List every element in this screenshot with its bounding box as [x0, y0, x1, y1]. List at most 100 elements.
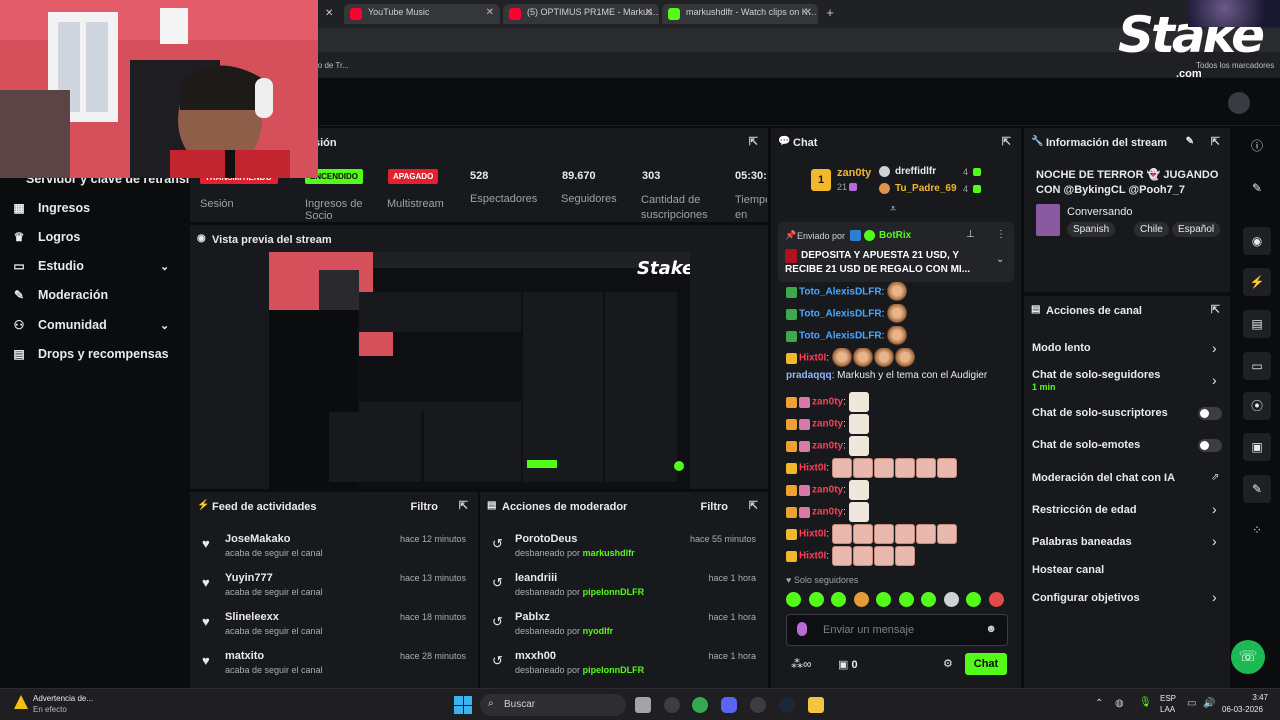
pin-icon[interactable]: ⊥ [966, 229, 975, 240]
broadcast-icon[interactable]: ⦿ [1243, 392, 1271, 420]
emote-picker-icon[interactable] [966, 592, 981, 607]
app-icon[interactable] [664, 697, 680, 713]
list-item[interactable]: ↺ Pablxz desbaneado por nyodlfr hace 1 h… [480, 608, 768, 646]
follower-name[interactable]: JoseMakako [225, 533, 290, 545]
filter-button[interactable]: Filtro [701, 501, 729, 513]
follower-name[interactable]: Slineleexx [225, 611, 279, 623]
chat-message[interactable]: zan0ty: [786, 480, 870, 500]
network-icon[interactable]: ▭ [1187, 698, 1196, 709]
chat-message[interactable]: Toto_AlexisDLFR: [786, 282, 908, 302]
chat-username[interactable]: Toto_AlexisDLFR [799, 331, 882, 342]
file-explorer-icon[interactable] [808, 697, 824, 713]
tab-youtube-music[interactable]: YouTube Music ✕ [344, 4, 500, 24]
notification-title[interactable]: Advertencia de... [33, 694, 93, 703]
chevron-right-icon[interactable]: › [1212, 372, 1217, 388]
user-name[interactable]: mxxh00 [515, 650, 556, 662]
chat-message[interactable]: zan0ty: [786, 414, 870, 434]
tag-chip[interactable]: Español [1172, 222, 1221, 237]
chevron-right-icon[interactable]: › [1212, 340, 1217, 356]
chat-bubble-icon[interactable]: ▭ [1243, 352, 1271, 380]
tag-chip[interactable]: Chile [1134, 222, 1169, 237]
media-player-icon[interactable] [750, 697, 766, 713]
chevron-right-icon[interactable]: › [1212, 501, 1217, 517]
volume-icon[interactable]: 🔊 [1203, 698, 1215, 709]
chat-username[interactable]: pradaqqq [786, 370, 832, 381]
chat-message[interactable]: Hixt0I: [786, 524, 958, 544]
leaderboard-user[interactable]: zan0ty [837, 167, 871, 179]
chat-message[interactable]: zan0ty: [786, 502, 870, 522]
chat-message[interactable]: Hixt0I: [786, 458, 958, 478]
chevron-right-icon[interactable]: › [1212, 589, 1217, 605]
emote-picker-icon[interactable] [921, 592, 936, 607]
chat-message[interactable]: zan0ty: [786, 436, 870, 456]
gift-icon[interactable]: ▣ 0 [838, 658, 858, 671]
close-icon[interactable]: ✕ [486, 7, 494, 18]
chat-username[interactable]: zan0ty [812, 485, 843, 496]
emote-picker-icon[interactable] [786, 592, 801, 607]
stream-category[interactable]: Conversando [1067, 206, 1132, 218]
microphone-icon[interactable] [797, 622, 807, 636]
list-item[interactable]: ♥ JoseMakako acaba de seguir el canal ha… [190, 530, 478, 568]
chevron-down-icon[interactable]: ⌄ [160, 260, 169, 273]
sidebar-item-comunidad[interactable]: ⚇ Comunidad ⌄ [12, 316, 178, 338]
emote-picker-icon[interactable] [898, 592, 914, 607]
clock-date[interactable]: 06-03-2026 [1222, 705, 1263, 714]
more-icon[interactable]: ⋮ [996, 229, 1006, 240]
chat-message[interactable]: Hixt0I: [786, 348, 916, 368]
popout-icon[interactable]: ⇱ [749, 499, 758, 512]
chat-username[interactable]: zan0ty [812, 507, 843, 518]
clock-time[interactable]: 3:47 [1224, 693, 1268, 702]
language-indicator[interactable]: ESP [1160, 694, 1176, 703]
pinned-message[interactable]: 📌 Enviado por BotRix ⊥ ⋮ DEPOSITA Y APUE… [778, 222, 1014, 282]
emote-picker-icon[interactable] [831, 592, 846, 607]
popout-icon[interactable]: ⇱ [1211, 135, 1220, 148]
bolt-icon[interactable]: ⚡ [1243, 268, 1271, 296]
chat-message[interactable]: zan0ty: [786, 392, 870, 412]
close-icon[interactable]: ✕ [645, 7, 653, 18]
tray-icon[interactable]: ◍ [1115, 698, 1124, 709]
chat-message[interactable]: pradaqqq: Markush y el tema con el Audig… [786, 370, 987, 390]
popout-icon[interactable]: ⇱ [1211, 303, 1220, 316]
list-item[interactable]: ↺ PorotoDeus desbaneado por markushdlfr … [480, 530, 768, 568]
leaderboard-user[interactable]: dreffidlfr [895, 166, 936, 177]
follower-name[interactable]: Yuyin777 [225, 572, 273, 584]
chrome-icon[interactable] [692, 697, 708, 713]
emote-picker-icon[interactable] [853, 592, 869, 607]
steam-icon[interactable] [779, 697, 795, 713]
info-icon[interactable]: ⓘ [1243, 132, 1271, 160]
list-item[interactable]: ♥ Yuyin777 acaba de seguir el canal hace… [190, 569, 478, 607]
slow-mode-action[interactable]: Modo lento [1032, 342, 1091, 354]
filter-button[interactable]: Filtro [411, 501, 439, 513]
dashboard-icon[interactable]: ▣ [1243, 433, 1271, 461]
list-item[interactable]: ♥ Slineleexx acaba de seguir el canal ha… [190, 608, 478, 646]
host-channel-action[interactable]: Hostear canal [1032, 564, 1104, 576]
close-icon[interactable]: ✕ [325, 8, 333, 19]
chat-username[interactable]: zan0ty [812, 419, 843, 430]
windows-start-icon[interactable] [454, 696, 472, 714]
user-name[interactable]: PorotoDeus [515, 533, 577, 545]
close-icon[interactable]: ✕ [804, 7, 812, 18]
chat-message[interactable]: Hixt0I: [786, 546, 916, 566]
chat-input[interactable]: Enviar un mensaje ☻ [786, 614, 1008, 646]
chat-message[interactable]: Toto_AlexisDLFR: [786, 326, 908, 346]
list-item[interactable]: ↺ mxxh00 desbaneado por pipelonnDLFR hac… [480, 647, 768, 685]
points-icon[interactable]: ⁂∞ [791, 657, 812, 671]
goals-action[interactable]: Configurar objetivos [1032, 592, 1140, 604]
banned-words-action[interactable]: Palabras baneadas [1032, 536, 1132, 548]
avatar[interactable] [1228, 92, 1250, 114]
taskbar-search[interactable]: ⌕ Buscar [480, 694, 626, 716]
chevron-up-icon[interactable]: ⌃ [1095, 698, 1103, 709]
edit-icon[interactable]: ✎ [1243, 174, 1271, 202]
collapse-icon[interactable]: ⩡ [890, 203, 896, 216]
chat-username[interactable]: Hixt0I [799, 551, 826, 562]
moderator-name[interactable]: pipelonnDLFR [583, 587, 645, 597]
camera-icon[interactable]: ◉ [1243, 227, 1271, 255]
chevron-down-icon[interactable]: ⌄ [160, 319, 169, 332]
popout-icon[interactable]: ⇱ [1002, 135, 1011, 148]
emote-picker-icon[interactable] [808, 592, 824, 607]
user-name[interactable]: leandriii [515, 572, 557, 584]
emote-picker-icon[interactable] [988, 592, 1004, 607]
tag-chip[interactable]: Spanish [1067, 222, 1116, 237]
followers-only-action[interactable]: Chat de solo-seguidores [1032, 369, 1160, 381]
chat-username[interactable]: Toto_AlexisDLFR [799, 287, 882, 298]
